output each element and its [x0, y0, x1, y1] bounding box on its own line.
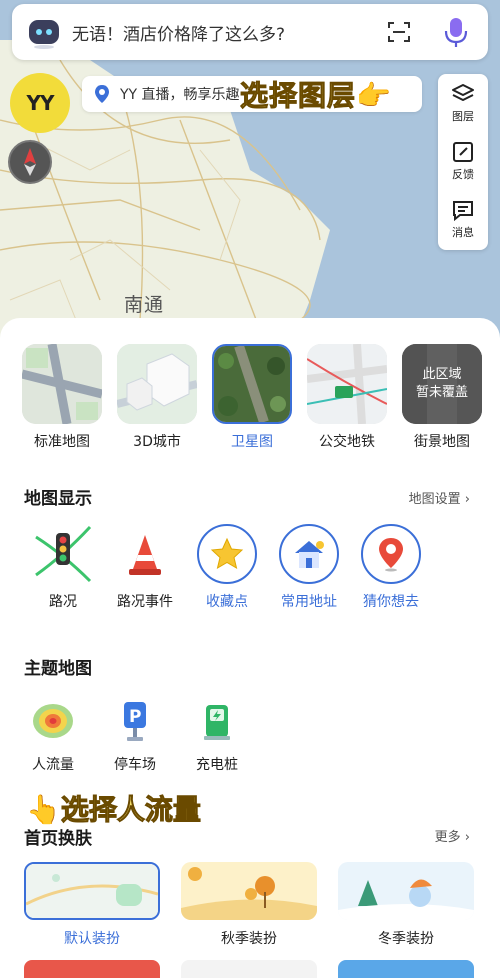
standard-map-thumbnail: [22, 344, 102, 424]
skin-thumbnail-partial[interactable]: [338, 960, 474, 978]
theme-label: 人流量: [32, 757, 74, 773]
yy-logo-text: YY: [26, 91, 55, 115]
skin-label: 秋季装扮: [221, 931, 277, 947]
scan-icon[interactable]: [386, 19, 412, 45]
display-common-address[interactable]: 常用地址: [268, 524, 350, 611]
search-input[interactable]: 无语！酒店价格降了这么多?: [72, 20, 386, 45]
parking-icon: P: [112, 698, 158, 744]
theme-map-list: 人流量 P 停车场 充电桩: [12, 698, 258, 774]
theme-label: 停车场: [114, 757, 156, 773]
display-traffic[interactable]: 路况: [22, 524, 104, 611]
street-view-thumbnail: 此区域 暂未覆盖: [402, 344, 482, 424]
tool-layers[interactable]: 图层: [438, 74, 488, 132]
annotation-select-layer: 选择图层👉: [240, 79, 392, 113]
layer-street-view[interactable]: 此区域 暂未覆盖 街景地图: [402, 344, 482, 451]
layer-satellite[interactable]: 卫星图: [212, 344, 292, 451]
message-icon: [453, 201, 473, 222]
layer-label: 公交地铁: [319, 434, 375, 450]
tool-messages[interactable]: 消息: [438, 190, 488, 248]
svg-text:P: P: [129, 707, 141, 727]
map-city-label: 南通: [124, 294, 165, 316]
display-label: 猜你想去: [363, 594, 419, 610]
home-icon: [279, 524, 339, 584]
assistant-robot-icon[interactable]: [26, 14, 62, 50]
layer-label: 标准地图: [34, 434, 90, 450]
skin-winter[interactable]: 冬季装扮: [338, 862, 474, 948]
layer-settings-panel: 标准地图 3D城市 卫星图 公交地铁 此区域 暂未覆盖 街景地图 地图显示 地图…: [0, 318, 500, 978]
traffic-cone-icon: [115, 524, 175, 584]
theme-charging[interactable]: 充电桩: [176, 698, 258, 774]
street-view-unavailable-text: 此区域 暂未覆盖: [402, 344, 482, 424]
theme-label: 充电桩: [196, 757, 238, 773]
layer-3d-city[interactable]: 3D城市: [117, 344, 197, 451]
edit-icon: [453, 142, 473, 162]
microphone-icon[interactable]: [442, 16, 470, 48]
theme-crowd-flow[interactable]: 人流量: [12, 698, 94, 774]
annotation-select-crowd-flow: 👆选择人流量: [26, 793, 202, 827]
skin-label: 冬季装扮: [378, 931, 434, 947]
skin-autumn[interactable]: 秋季装扮: [181, 862, 317, 948]
transit-thumbnail: [307, 344, 387, 424]
display-suggested[interactable]: 猜你想去: [350, 524, 432, 611]
satellite-thumbnail: [212, 344, 292, 424]
display-favorites[interactable]: 收藏点: [186, 524, 268, 611]
display-traffic-events[interactable]: 路况事件: [104, 524, 186, 611]
skin-label: 默认装扮: [64, 931, 120, 947]
heatmap-icon: [30, 698, 76, 744]
tool-label: 反馈: [452, 168, 474, 181]
layers-icon: [452, 84, 474, 101]
map-toolbar: 图层 反馈 消息: [438, 74, 488, 250]
search-bar[interactable]: 无语！酒店价格降了这么多?: [12, 4, 488, 60]
autumn-skin-thumbnail: [181, 862, 317, 920]
layer-standard[interactable]: 标准地图: [22, 344, 102, 451]
skin-list-next-row: [24, 960, 474, 978]
location-pin-icon: [95, 85, 109, 103]
layer-transit[interactable]: 公交地铁: [307, 344, 387, 451]
charging-station-icon: [194, 698, 240, 744]
map-settings-link[interactable]: 地图设置 ›: [409, 488, 470, 507]
winter-skin-thumbnail: [338, 862, 474, 920]
3d-city-thumbnail: [117, 344, 197, 424]
default-skin-thumbnail: [24, 862, 160, 920]
display-label: 常用地址: [281, 594, 337, 610]
more-skins-link[interactable]: 更多 ›: [435, 826, 470, 845]
layer-label: 卫星图: [231, 434, 273, 450]
layer-label: 街景地图: [414, 434, 470, 450]
location-marker-icon: [361, 524, 421, 584]
skin-default[interactable]: 默认装扮: [24, 862, 160, 948]
tool-label: 消息: [452, 226, 474, 239]
skin-thumbnail-partial[interactable]: [24, 960, 160, 978]
yy-logo[interactable]: YY: [10, 73, 70, 133]
theme-map-title: 主题地图: [24, 659, 92, 679]
banner-text: YY 直播，畅享乐趣: [120, 87, 240, 103]
tool-label: 图层: [452, 110, 474, 123]
theme-parking[interactable]: P 停车场: [94, 698, 176, 774]
layer-label: 3D城市: [133, 434, 181, 450]
display-label: 路况: [49, 594, 77, 610]
display-label: 路况事件: [117, 594, 173, 610]
map-display-list: 路况 路况事件 收藏点 常用地址 猜你想去: [22, 524, 432, 611]
layer-type-list: 标准地图 3D城市 卫星图 公交地铁 此区域 暂未覆盖 街景地图: [22, 344, 482, 451]
skin-thumbnail-partial[interactable]: [181, 960, 317, 978]
compass-icon[interactable]: [8, 140, 52, 184]
skin-list: 默认装扮 秋季装扮 冬季装扮: [24, 862, 474, 948]
star-icon: [197, 524, 257, 584]
display-label: 收藏点: [206, 594, 248, 610]
traffic-light-icon: [33, 524, 93, 584]
tool-feedback[interactable]: 反馈: [438, 132, 488, 190]
map-display-title: 地图显示: [24, 489, 92, 509]
